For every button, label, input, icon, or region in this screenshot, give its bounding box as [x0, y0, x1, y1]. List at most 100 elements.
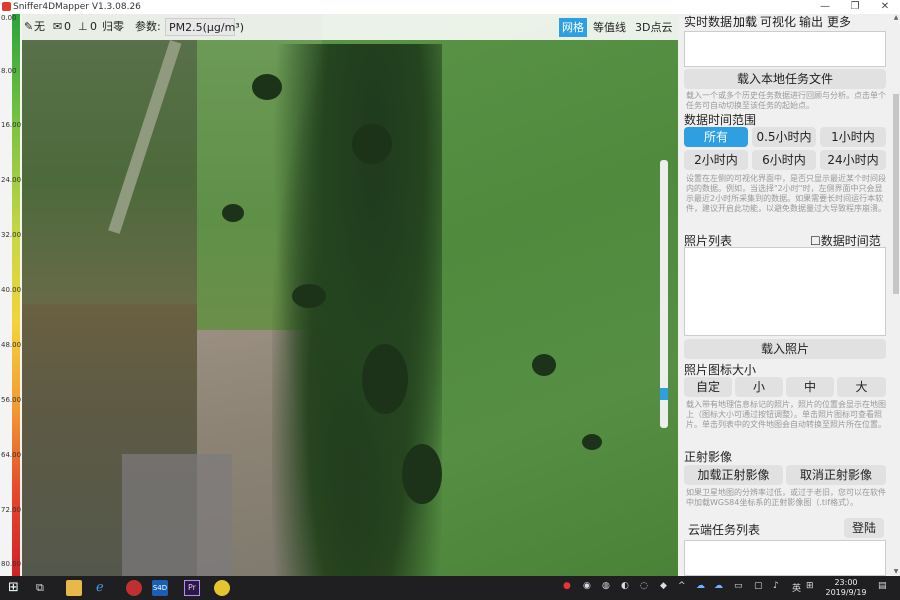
sniffer4d-app-icon[interactable]: S4D [152, 580, 168, 596]
map-grey-tile [122, 454, 232, 576]
file-explorer-icon[interactable] [66, 580, 82, 596]
scale-tick: 16.00 [1, 121, 22, 129]
icon-size-small-button[interactable]: 小 [735, 377, 783, 397]
color-scale-bar: 0.00 8.00 16.00 24.00 32.00 40.00 48.00 … [0, 14, 22, 576]
ime-language[interactable]: 英 [792, 581, 801, 594]
photo-description: 载入带有地理信息标记的照片，照片的位置会显示在地图上（图标大小可通过按钮调整）。… [686, 400, 886, 429]
wechat-icon[interactable]: ◌ [640, 581, 648, 591]
doc-count[interactable]: 0 [90, 19, 97, 35]
map-tree [252, 74, 282, 100]
screen-recorder-icon[interactable] [126, 580, 142, 596]
contour-button[interactable]: 等值线 [590, 18, 629, 37]
time-6h-button[interactable]: 6小时内 [752, 150, 816, 170]
network-icon[interactable]: ▢ [754, 581, 763, 591]
wind-label[interactable]: 无 [34, 19, 45, 35]
ortho-description: 如果卫星地图的分辨率过低，或过于老旧，您可以在软件中加载WGS84坐标系的正射影… [686, 488, 886, 507]
icon-size-large-button[interactable]: 大 [837, 377, 886, 397]
photo-icon-size-title: 照片图标大小 [684, 363, 757, 377]
map-scroll-thumb[interactable] [660, 388, 668, 400]
time-24h-button[interactable]: 24小时内 [820, 150, 886, 170]
login-button[interactable]: 登陆 [844, 518, 884, 538]
reset-button[interactable]: 归零 [102, 19, 124, 35]
premiere-icon[interactable]: Pr [184, 580, 200, 596]
scale-tick: 40.00 [1, 286, 22, 294]
map-toolbar: ✎ 无 ✉ 0 ⊥ 0 归零 参数: PM2.5(μg/m³) 网格 等值线 3… [22, 14, 678, 40]
notification-icon[interactable]: ▤ [878, 581, 887, 591]
panel-tabs: 实时数据 加载 可视化 输出 更多 [678, 14, 892, 32]
scroll-up-icon[interactable]: ▲ [892, 14, 900, 22]
scroll-down-icon[interactable]: ▼ [892, 568, 900, 576]
scale-tick: 72.00 [1, 506, 22, 514]
record-icon[interactable]: ● [563, 581, 571, 591]
icon-size-medium-button[interactable]: 中 [786, 377, 834, 397]
map-scrollbar[interactable] [660, 160, 668, 428]
tray-app-icon[interactable]: ◍ [602, 581, 610, 591]
cloud-task-title: 云端任务列表 [688, 523, 761, 537]
minimize-button[interactable]: — [810, 0, 840, 14]
time-2h-button[interactable]: 2小时内 [684, 150, 748, 170]
time-range-title: 数据时间范围 [684, 113, 757, 127]
tab-more[interactable]: 更多 [827, 15, 851, 30]
scale-tick: 24.00 [1, 176, 22, 184]
windows-start-icon[interactable]: ⊞ [8, 580, 24, 596]
scale-tick: 56.00 [1, 396, 22, 404]
load-local-task-button[interactable]: 载入本地任务文件 [684, 69, 886, 89]
tab-load[interactable]: 加载 [733, 15, 757, 30]
clock-date: 2019/9/19 [825, 588, 867, 597]
time-all-button[interactable]: 所有 [684, 127, 748, 147]
map-tree [362, 344, 408, 414]
cancel-ortho-button[interactable]: 取消正射影像 [786, 465, 886, 485]
cloud-icon[interactable]: ☁ [714, 581, 723, 591]
mail-count[interactable]: 0 [64, 19, 71, 35]
taskbar: ⊞ ⧉ ℯ S4D Pr ● ◉ ◍ ◐ ◌ ◆ ^ ☁ ☁ ▭ ▢ ♪ 英 ⊞… [0, 576, 900, 600]
param-select[interactable]: PM2.5(μg/m³) [165, 18, 244, 36]
app-yellow-icon[interactable] [214, 580, 230, 596]
color-scale-gradient [12, 14, 20, 576]
task-view-icon[interactable]: ⧉ [36, 580, 52, 596]
tray-app-icon[interactable]: ◐ [621, 581, 629, 591]
icon-size-custom-button[interactable]: 自定 [684, 377, 732, 397]
map-tree [402, 444, 442, 504]
taskbar-clock[interactable]: 23:00 2019/9/19 [822, 578, 870, 598]
cloud-icon[interactable]: ☁ [696, 581, 705, 591]
task-list-box[interactable] [684, 31, 886, 67]
panel-scrollbar[interactable]: ▲ ▼ [892, 14, 900, 576]
load-photo-button[interactable]: 载入照片 [684, 339, 886, 359]
ime-mode-icon[interactable]: ⊞ [806, 581, 814, 591]
time-1h-button[interactable]: 1小时内 [820, 127, 886, 147]
window-title: Sniffer4DMapper V1.3.08.26 [13, 2, 141, 12]
param-label: 参数: [135, 20, 161, 33]
scale-tick: 48.00 [1, 341, 22, 349]
maximize-button[interactable]: ❐ [840, 0, 870, 14]
volume-icon[interactable]: ♪ [773, 581, 779, 591]
tab-output[interactable]: 输出 [799, 15, 823, 30]
map-tree [352, 124, 392, 164]
satellite-map[interactable]: ✎ 无 ✉ 0 ⊥ 0 归零 参数: PM2.5(μg/m³) 网格 等值线 3… [22, 14, 678, 576]
scale-tick: 80.00 [1, 560, 22, 568]
tray-app-icon[interactable]: ◆ [660, 581, 667, 591]
panel-scroll-thumb[interactable] [893, 94, 899, 294]
scale-tick: 0.00 [1, 14, 17, 22]
photo-list-box[interactable] [684, 247, 886, 336]
checkbox-icon[interactable]: ☐ [810, 234, 821, 248]
doc-icon: ⊥ [78, 20, 88, 33]
load-task-description: 载入一个或多个历史任务数据进行回顾与分析。点击单个任务可自动切换至该任务的起始点… [686, 91, 886, 110]
load-ortho-button[interactable]: 加载正射影像 [684, 465, 783, 485]
tray-app-icon[interactable]: ◉ [583, 581, 591, 591]
time-half-hour-button[interactable]: 0.5小时内 [752, 127, 816, 147]
network-icon[interactable]: ▭ [734, 581, 743, 591]
scale-tick: 32.00 [1, 231, 22, 239]
edge-browser-icon[interactable]: ℯ [96, 580, 112, 596]
map-tree [582, 434, 602, 450]
clock-time: 23:00 [834, 578, 858, 587]
tab-realtime[interactable]: 实时数据 [684, 15, 732, 30]
tab-visualization[interactable]: 可视化 [760, 15, 796, 30]
map-tree [292, 284, 326, 308]
grid-button[interactable]: 网格 [559, 18, 587, 37]
tray-expand-icon[interactable]: ^ [678, 581, 686, 591]
mail-icon: ✉ [53, 20, 63, 33]
cloud-task-list-box[interactable] [684, 540, 886, 576]
close-button[interactable]: ✕ [870, 0, 900, 14]
point-cloud-3d-button[interactable]: 3D点云 [632, 18, 675, 37]
map-tree [222, 204, 244, 222]
